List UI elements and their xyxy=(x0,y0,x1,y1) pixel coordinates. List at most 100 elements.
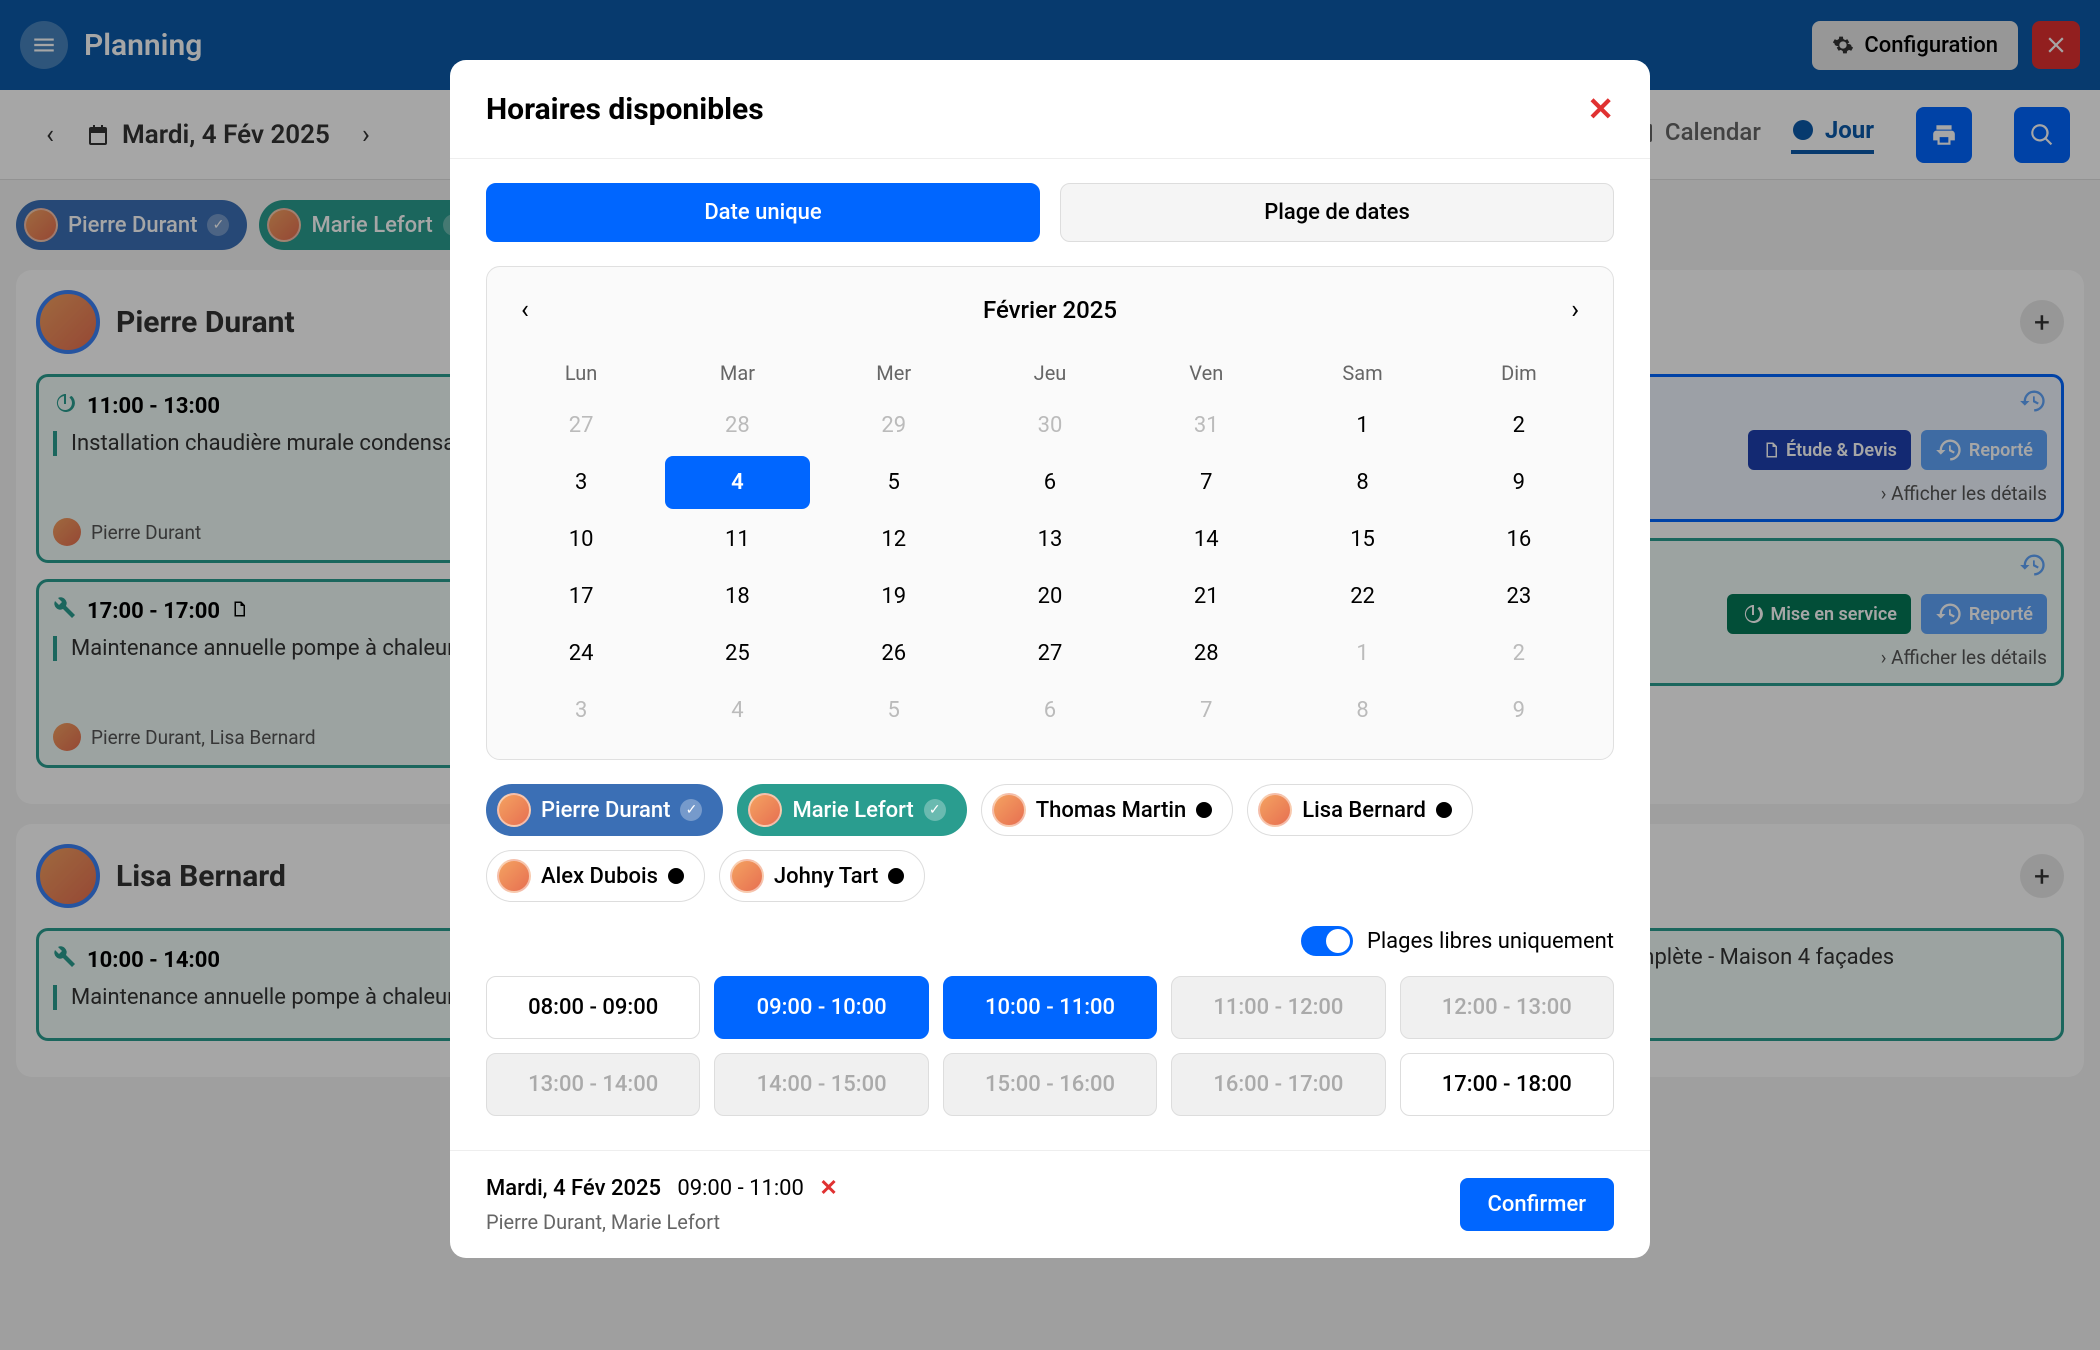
calendar-day[interactable]: 2 xyxy=(1447,627,1591,680)
calendar-day[interactable]: 5 xyxy=(822,456,966,509)
avatar xyxy=(497,793,531,827)
calendar-day[interactable]: 22 xyxy=(1290,570,1434,623)
time-slot[interactable]: 10:00 - 11:00 xyxy=(943,976,1157,1039)
dow-label: Lun xyxy=(503,349,659,397)
dow-label: Jeu xyxy=(972,349,1128,397)
calendar-day[interactable]: 6 xyxy=(978,456,1122,509)
calendar-day[interactable]: 28 xyxy=(665,399,809,452)
calendar-day[interactable]: 9 xyxy=(1447,456,1591,509)
calendar-day[interactable]: 31 xyxy=(1134,399,1278,452)
calendar-day[interactable]: 3 xyxy=(509,456,653,509)
calendar-day[interactable]: 25 xyxy=(665,627,809,680)
person-name: Lisa Bernard xyxy=(1302,798,1426,823)
prev-month-button[interactable]: ‹ xyxy=(513,287,537,333)
calendar-day[interactable]: 1 xyxy=(1290,399,1434,452)
calendar-day[interactable]: 8 xyxy=(1290,684,1434,737)
calendar-widget: ‹ Février 2025 › LunMarMerJeuVenSamDim27… xyxy=(486,266,1614,760)
status-dot xyxy=(1436,802,1452,818)
calendar-day[interactable]: 16 xyxy=(1447,513,1591,566)
status-dot xyxy=(668,868,684,884)
person-chip[interactable]: Alex Dubois xyxy=(486,850,705,902)
calendar-day[interactable]: 19 xyxy=(822,570,966,623)
date-range-tab[interactable]: Plage de dates xyxy=(1060,183,1614,242)
calendar-day[interactable]: 8 xyxy=(1290,456,1434,509)
time-slot[interactable]: 08:00 - 09:00 xyxy=(486,976,700,1039)
calendar-day[interactable]: 2 xyxy=(1447,399,1591,452)
calendar-day[interactable]: 30 xyxy=(978,399,1122,452)
month-label: Février 2025 xyxy=(983,296,1117,324)
calendar-day[interactable]: 24 xyxy=(509,627,653,680)
dow-label: Dim xyxy=(1441,349,1597,397)
time-slot: 15:00 - 16:00 xyxy=(943,1053,1157,1116)
calendar-day[interactable]: 12 xyxy=(822,513,966,566)
avatar xyxy=(992,793,1026,827)
person-name: Johny Tart xyxy=(774,864,878,889)
time-slot[interactable]: 09:00 - 10:00 xyxy=(714,976,928,1039)
calendar-day[interactable]: 3 xyxy=(509,684,653,737)
person-chip[interactable]: Johny Tart xyxy=(719,850,925,902)
calendar-day[interactable]: 18 xyxy=(665,570,809,623)
calendar-day[interactable]: 28 xyxy=(1134,627,1278,680)
time-slots: 08:00 - 09:0009:00 - 10:0010:00 - 11:001… xyxy=(486,976,1614,1116)
person-chip[interactable]: Pierre Durant ✓ xyxy=(486,784,723,836)
summary-people: Pierre Durant, Marie Lefort xyxy=(486,1206,838,1238)
calendar-day[interactable]: 5 xyxy=(822,684,966,737)
calendar-day[interactable]: 26 xyxy=(822,627,966,680)
calendar-day[interactable]: 7 xyxy=(1134,456,1278,509)
calendar-day[interactable]: 27 xyxy=(509,399,653,452)
calendar-day[interactable]: 9 xyxy=(1447,684,1591,737)
time-slot: 12:00 - 13:00 xyxy=(1400,976,1614,1039)
availability-modal: Horaires disponibles ✕ Date unique Plage… xyxy=(450,60,1650,1258)
dow-label: Ven xyxy=(1128,349,1284,397)
person-chip[interactable]: Thomas Martin xyxy=(981,784,1234,836)
calendar-day[interactable]: 15 xyxy=(1290,513,1434,566)
selection-summary: Mardi, 4 Fév 2025 09:00 - 11:00 ✕ Pierre… xyxy=(486,1171,838,1238)
avatar xyxy=(1258,793,1292,827)
person-name: Marie Lefort xyxy=(792,798,913,823)
calendar-day[interactable]: 13 xyxy=(978,513,1122,566)
person-chip[interactable]: Marie Lefort ✓ xyxy=(737,784,966,836)
person-name: Pierre Durant xyxy=(541,798,670,823)
time-slot: 11:00 - 12:00 xyxy=(1171,976,1385,1039)
avatar xyxy=(497,859,531,893)
calendar-day[interactable]: 4 xyxy=(665,456,809,509)
calendar-day[interactable]: 17 xyxy=(509,570,653,623)
single-date-tab[interactable]: Date unique xyxy=(486,183,1040,242)
person-name: Alex Dubois xyxy=(541,864,658,889)
calendar-day[interactable]: 4 xyxy=(665,684,809,737)
calendar-day[interactable]: 6 xyxy=(978,684,1122,737)
status-dot xyxy=(888,868,904,884)
time-slot: 14:00 - 15:00 xyxy=(714,1053,928,1116)
calendar-day[interactable]: 11 xyxy=(665,513,809,566)
free-only-label: Plages libres uniquement xyxy=(1367,929,1614,954)
modal-title: Horaires disponibles xyxy=(486,92,764,127)
modal-close-button[interactable]: ✕ xyxy=(1587,90,1614,128)
free-only-toggle[interactable] xyxy=(1301,926,1353,956)
time-slot: 13:00 - 14:00 xyxy=(486,1053,700,1116)
dow-label: Sam xyxy=(1284,349,1440,397)
next-month-button[interactable]: › xyxy=(1563,287,1587,333)
calendar-day[interactable]: 14 xyxy=(1134,513,1278,566)
check-icon: ✓ xyxy=(680,799,702,821)
calendar-day[interactable]: 10 xyxy=(509,513,653,566)
avatar xyxy=(748,793,782,827)
clear-selection-button[interactable]: ✕ xyxy=(819,1176,837,1201)
modal-overlay[interactable]: Horaires disponibles ✕ Date unique Plage… xyxy=(0,0,2100,1350)
people-selector: Pierre Durant ✓ Marie Lefort ✓ Thomas Martin… xyxy=(486,784,1614,902)
calendar-day[interactable]: 7 xyxy=(1134,684,1278,737)
dow-label: Mar xyxy=(659,349,815,397)
calendar-day[interactable]: 27 xyxy=(978,627,1122,680)
calendar-day[interactable]: 20 xyxy=(978,570,1122,623)
calendar-day[interactable]: 1 xyxy=(1290,627,1434,680)
calendar-day[interactable]: 21 xyxy=(1134,570,1278,623)
status-dot xyxy=(1196,802,1212,818)
person-chip[interactable]: Lisa Bernard xyxy=(1247,784,1473,836)
confirm-button[interactable]: Confirmer xyxy=(1460,1178,1614,1231)
avatar xyxy=(730,859,764,893)
date-mode-segmented: Date unique Plage de dates xyxy=(486,183,1614,242)
calendar-day[interactable]: 29 xyxy=(822,399,966,452)
check-icon: ✓ xyxy=(924,799,946,821)
calendar-day[interactable]: 23 xyxy=(1447,570,1591,623)
time-slot[interactable]: 17:00 - 18:00 xyxy=(1400,1053,1614,1116)
summary-date: Mardi, 4 Fév 2025 xyxy=(486,1176,661,1201)
